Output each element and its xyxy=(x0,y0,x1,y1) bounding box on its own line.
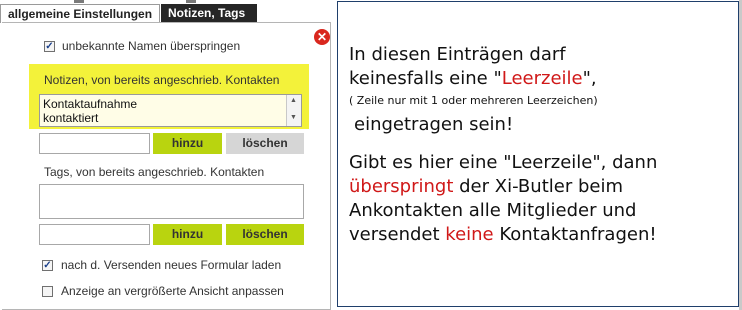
tags-delete-button[interactable]: löschen xyxy=(226,224,304,245)
note-emphasis: Leerzeile xyxy=(501,68,583,89)
tags-title: Tags, von bereits angeschrieb. Kontakten xyxy=(44,165,265,179)
note-line: versendet keine Kontaktanfragen! xyxy=(349,224,657,245)
zoom-adapt-label: Anzeige an vergrößerte Ansicht anpassen xyxy=(61,284,284,298)
note-text: Kontaktanfragen! xyxy=(493,224,657,245)
note-line: Gibt es hier eine "Leerzeile", dann xyxy=(349,152,658,173)
note-line: In diesen Einträgen darf xyxy=(349,44,566,65)
notes-add-button[interactable]: hinzu xyxy=(153,133,222,154)
note-text: keinesfalls eine " xyxy=(349,68,502,89)
tags-input[interactable] xyxy=(39,224,150,245)
note-hint: ( Zeile nur mit 1 oder mehreren Leerzeic… xyxy=(349,94,598,107)
note-line: keinesfalls eine "Leerzeile", xyxy=(349,68,597,89)
notes-input[interactable] xyxy=(39,133,150,154)
notes-listbox[interactable]: Kontaktaufnahme kontaktiert ▲ ▼ xyxy=(39,94,302,127)
reload-form-checkbox[interactable]: ✓ xyxy=(42,260,53,271)
notes-scrollbar[interactable]: ▲ ▼ xyxy=(286,95,301,126)
notes-title: Notizen, von bereits angeschrieb. Kontak… xyxy=(44,73,280,87)
tab-allgemeine-einstellungen[interactable]: allgemeine Einstellungen xyxy=(0,4,160,23)
note-line: Ankontakten alle Mitglieder und xyxy=(349,200,637,221)
warning-note: In diesen Einträgen darf keinesfalls ein… xyxy=(337,1,739,307)
note-line: eingetragen sein! xyxy=(354,114,514,135)
notes-delete-button[interactable]: löschen xyxy=(226,133,304,154)
list-item[interactable]: Kontaktaufnahme xyxy=(43,97,137,111)
scroll-up-icon[interactable]: ▲ xyxy=(290,97,297,104)
note-text: versendet xyxy=(349,224,446,245)
close-icon[interactable]: ✕ xyxy=(314,29,330,45)
tab-notizen-tags[interactable]: Notizen, Tags xyxy=(161,4,257,23)
scroll-down-icon[interactable]: ▼ xyxy=(290,114,297,121)
top-strip-mark xyxy=(186,0,196,3)
tags-listbox[interactable] xyxy=(39,184,304,219)
note-text: ", xyxy=(582,68,597,89)
note-emphasis: überspringt xyxy=(349,176,454,197)
note-text: der Xi-Butler beim xyxy=(453,176,623,197)
tags-add-button[interactable]: hinzu xyxy=(153,224,222,245)
skip-unknown-label: unbekannte Namen überspringen xyxy=(62,39,241,53)
reload-form-label: nach d. Versenden neues Formular laden xyxy=(61,258,282,272)
list-item[interactable]: kontaktiert xyxy=(43,111,98,125)
zoom-adapt-checkbox[interactable] xyxy=(42,286,53,297)
note-line: überspringt der Xi-Butler beim xyxy=(349,176,623,197)
note-emphasis: keine xyxy=(445,224,494,245)
top-strip-mark xyxy=(74,0,84,3)
skip-unknown-checkbox[interactable]: ✓ xyxy=(44,41,55,52)
